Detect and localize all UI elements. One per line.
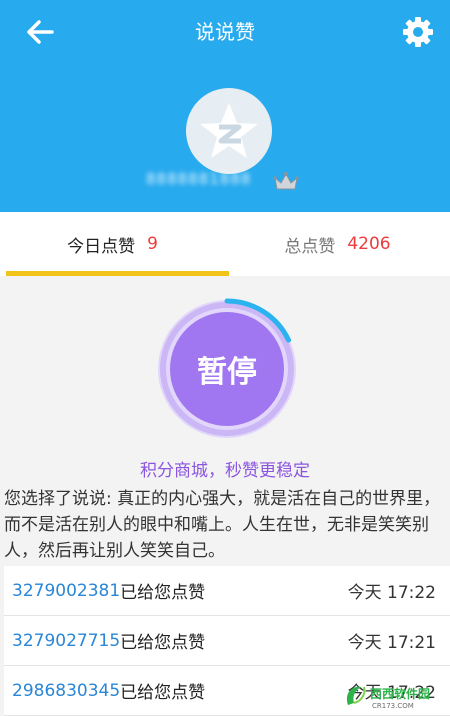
tab-label: 总点赞 xyxy=(284,232,335,257)
qq-number: 2986830345 xyxy=(12,681,120,701)
svg-text:CR173.COM: CR173.COM xyxy=(372,702,414,710)
like-message: 已给您点赞 xyxy=(120,578,205,603)
svg-text:西西软件园: 西西软件园 xyxy=(370,686,430,701)
qzone-star-icon xyxy=(197,99,261,163)
tab-label: 今日点赞 xyxy=(67,232,135,257)
avatar[interactable] xyxy=(186,88,272,174)
qq-number: 3279027715 xyxy=(12,631,120,651)
like-time: 今天 17:22 xyxy=(348,578,436,603)
pause-button[interactable]: 暂停 xyxy=(170,312,284,426)
tab-count: 4206 xyxy=(347,234,390,254)
like-message: 已给您点赞 xyxy=(120,678,205,703)
nickname: 8888881888 xyxy=(146,170,268,192)
list-item[interactable]: 3279002381 已给您点赞 今天 17:22 xyxy=(4,566,450,616)
like-time: 今天 17:21 xyxy=(348,628,436,653)
selected-post-text: 您选择了说说: 真正的内心强大，就是活在自己的世界里，而不是活在别人的眼中和嘴上… xyxy=(4,486,450,564)
qq-number: 3279002381 xyxy=(12,581,120,601)
gear-icon xyxy=(398,12,438,52)
like-message: 已给您点赞 xyxy=(120,628,205,653)
tab-today-likes[interactable]: 今日点赞 9 xyxy=(0,212,225,276)
list-item[interactable]: 3279027715 已给您点赞 今天 17:21 xyxy=(4,616,450,666)
tab-bar: 今日点赞 9 总点赞 4206 xyxy=(0,212,450,276)
watermark-logo: 西西软件园 CR173.COM xyxy=(342,681,446,711)
settings-button[interactable] xyxy=(398,12,438,52)
points-mall-link[interactable]: 积分商城，秒赞更稳定 xyxy=(0,456,450,481)
page-title: 说说赞 xyxy=(0,16,450,45)
active-tab-indicator xyxy=(6,271,229,276)
crown-icon xyxy=(272,170,300,192)
tab-total-likes[interactable]: 总点赞 4206 xyxy=(225,212,450,276)
tab-count: 9 xyxy=(147,234,158,254)
app-header: 说说赞 8888881888 xyxy=(0,0,450,212)
